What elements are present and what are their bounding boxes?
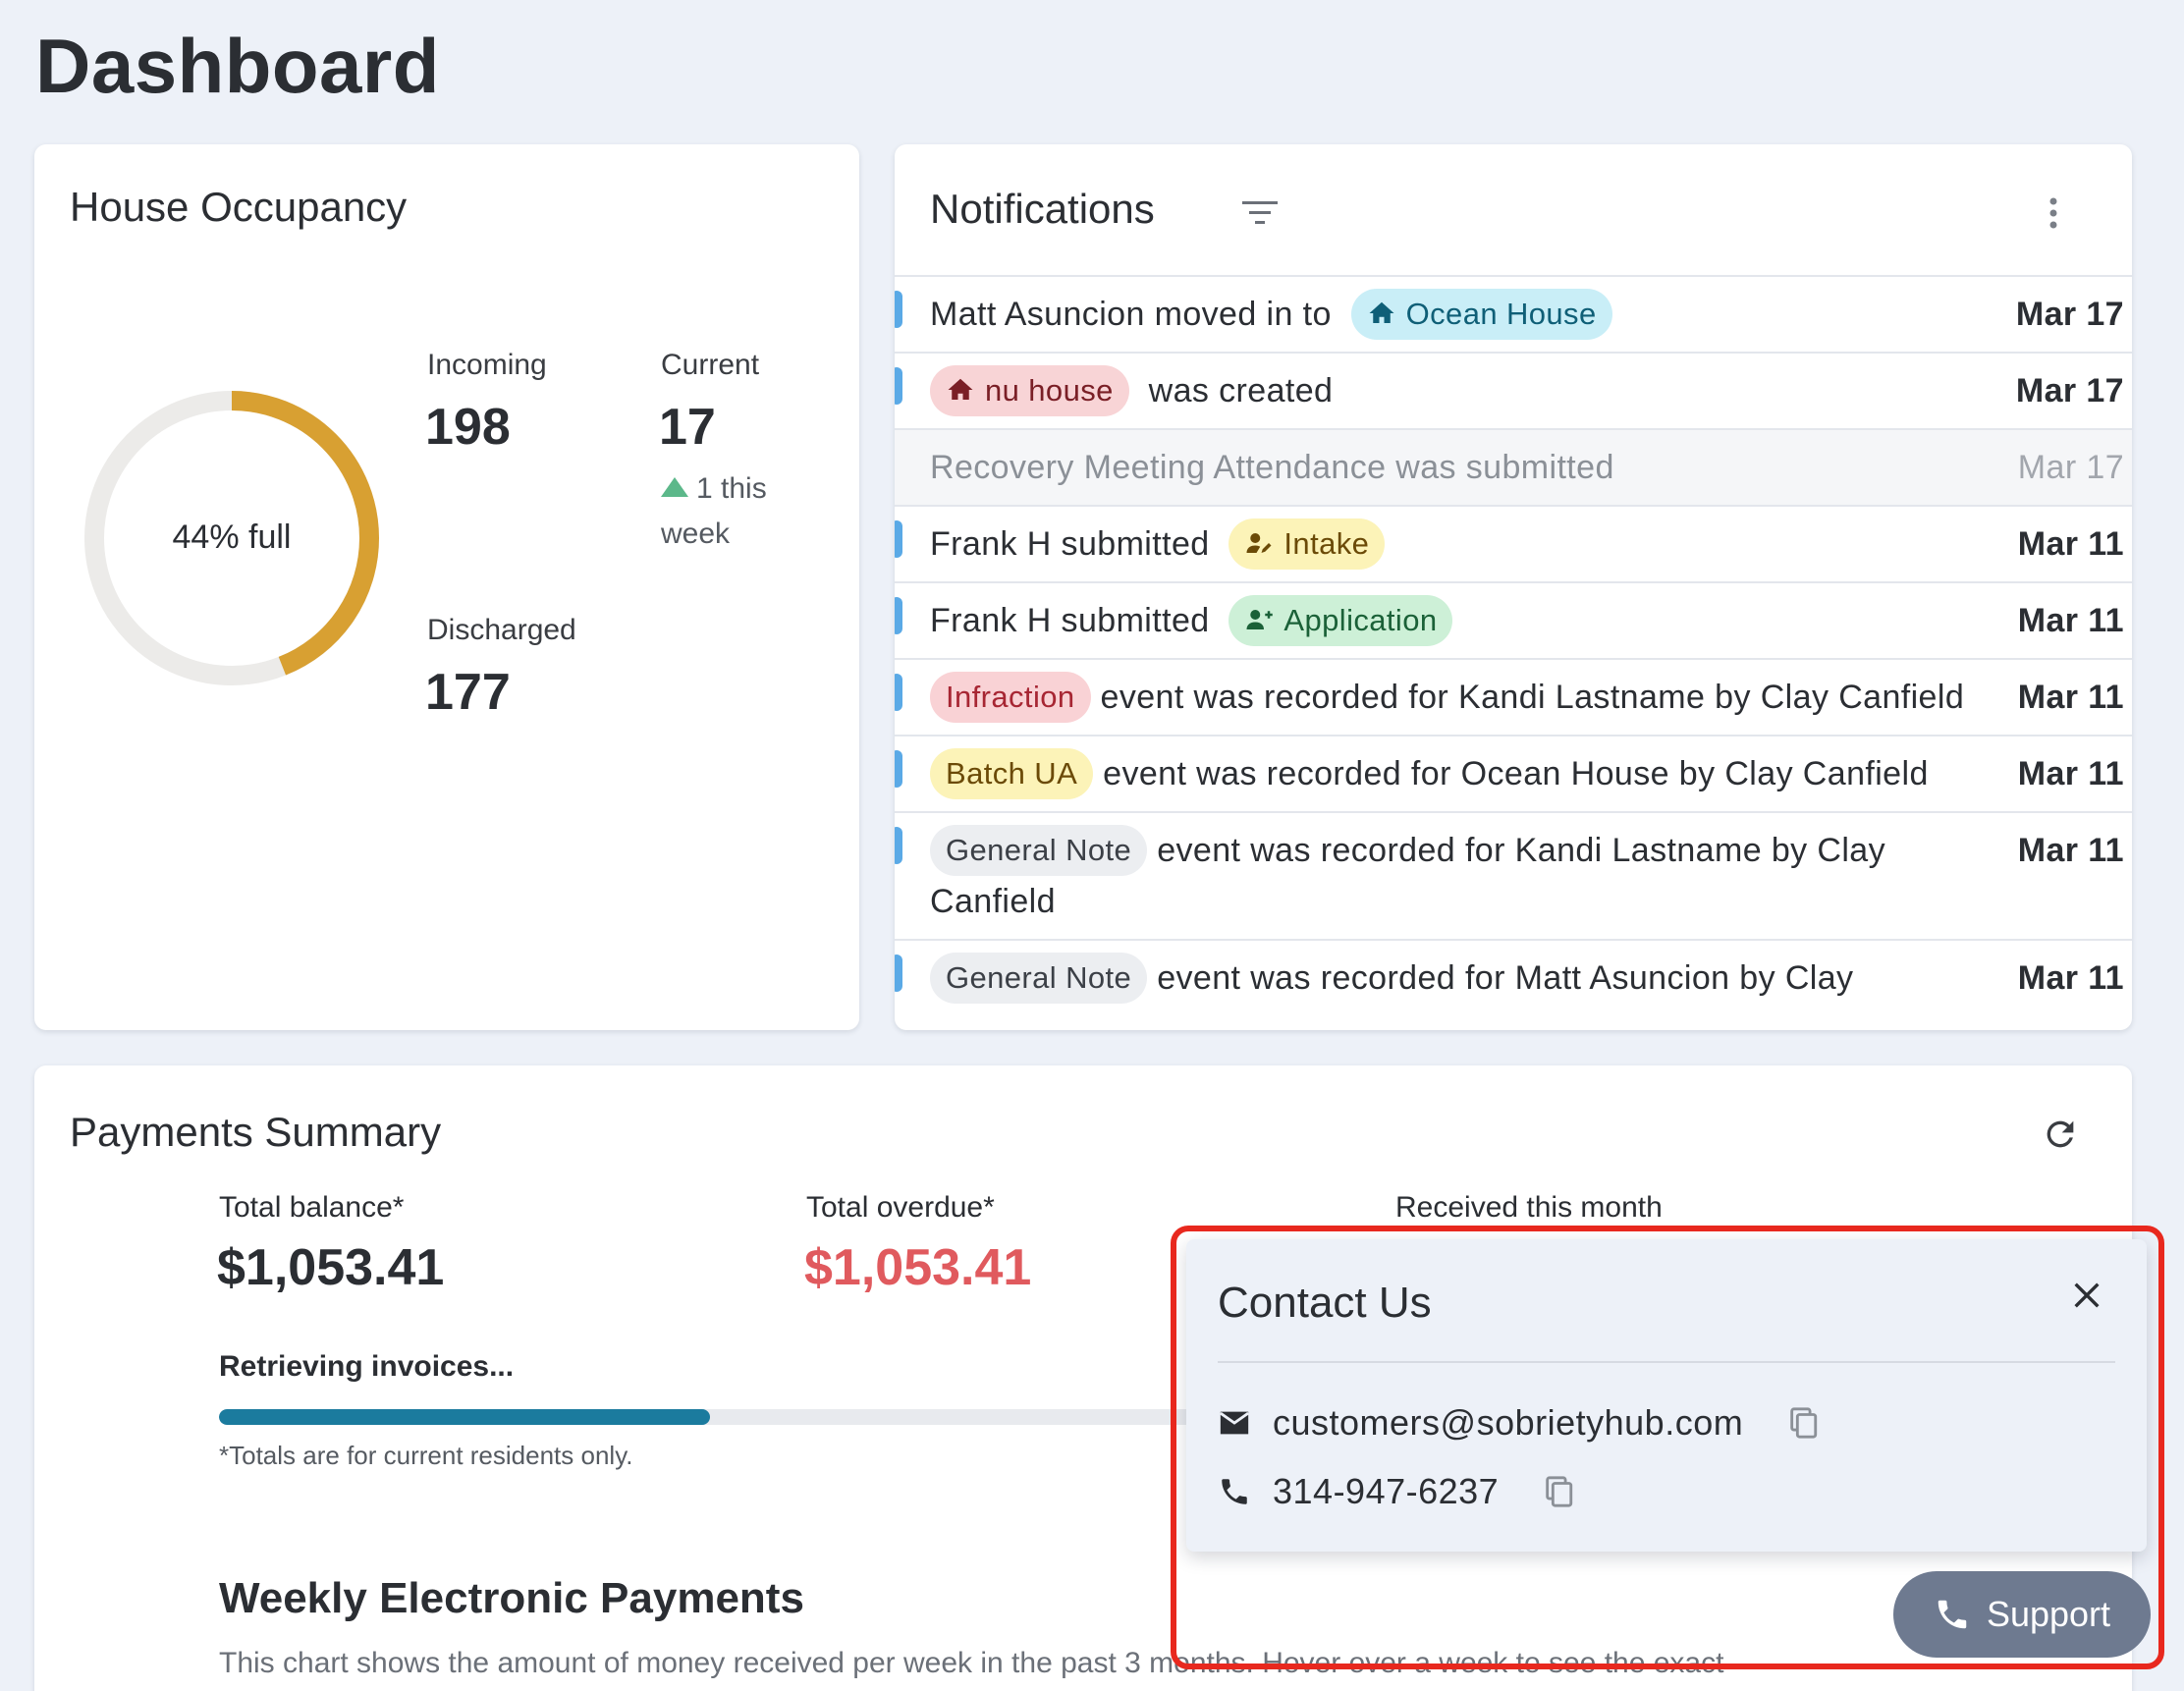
invoice-progress-bar: [219, 1409, 1201, 1425]
chip-label: General Note: [946, 833, 1132, 867]
person-add-icon: [1246, 610, 1274, 629]
up-triangle-icon: [661, 477, 688, 497]
chip-label: Batch UA: [946, 756, 1078, 791]
contact-phone[interactable]: 314-947-6237: [1273, 1471, 1499, 1512]
house-occupancy-title: House Occupancy: [70, 184, 408, 230]
contact-us-popup: Contact Us customers@sobrietyhub.com 314…: [1186, 1239, 2147, 1552]
notification-text: event was recorded for Ocean House by Cl…: [1103, 755, 1929, 792]
progress-fill: [219, 1409, 710, 1425]
unread-indicator: [895, 597, 902, 634]
event-chip[interactable]: General Note: [930, 953, 1148, 1004]
contact-email-row: customers@sobrietyhub.com: [1218, 1402, 1820, 1444]
copy-email-icon[interactable]: [1786, 1406, 1820, 1440]
donut-percent-label: 44% full: [172, 518, 292, 556]
total-balance-label: Total balance*: [219, 1191, 405, 1224]
house-occupancy-card: House Occupancy 44% full Incoming 198 Cu…: [34, 144, 859, 1030]
weekly-payments-title: Weekly Electronic Payments: [219, 1574, 804, 1622]
discharged-value: 177: [425, 664, 511, 721]
form-chip[interactable]: Application: [1228, 595, 1453, 646]
incoming-value: 198: [425, 399, 511, 456]
contact-us-title: Contact Us: [1218, 1279, 1432, 1327]
close-icon[interactable]: [2070, 1279, 2103, 1312]
mail-icon: [1220, 1411, 1249, 1435]
support-button[interactable]: Support: [1893, 1571, 2151, 1658]
page-title: Dashboard: [35, 23, 440, 109]
notification-date: Mar 17: [2015, 372, 2124, 409]
notification-item[interactable]: Batch UA event was recorded for Ocean Hou…: [895, 735, 2132, 811]
notification-item[interactable]: Recovery Meeting Attendance was submitte…: [895, 428, 2132, 505]
divider: [1218, 1361, 2115, 1363]
notification-text: Recovery Meeting Attendance was submitte…: [930, 449, 1614, 486]
notification-item[interactable]: General Note event was recorded for Kandi…: [895, 811, 2132, 939]
unread-indicator: [895, 367, 902, 405]
unread-indicator: [895, 674, 902, 711]
home-icon: [948, 378, 973, 400]
notification-text: Matt Asuncion moved in to: [930, 296, 1332, 333]
home-icon: [1369, 301, 1394, 323]
payments-summary-title: Payments Summary: [70, 1109, 442, 1155]
event-chip[interactable]: Batch UA: [930, 748, 1094, 799]
chip-label: nu house: [985, 373, 1114, 408]
notifications-title: Notifications: [930, 186, 1155, 232]
notification-date: Mar 17: [2017, 449, 2124, 486]
totals-footnote: *Totals are for current residents only.: [219, 1441, 633, 1470]
notification-date: Mar 11: [2017, 959, 2124, 997]
filter-icon[interactable]: [1238, 193, 1282, 233]
current-delta: 1 this week: [661, 466, 798, 557]
current-value: 17: [659, 399, 716, 456]
notification-date: Mar 11: [2017, 832, 2124, 869]
unread-indicator: [895, 827, 902, 864]
refresh-icon[interactable]: [2041, 1115, 2080, 1154]
form-chip[interactable]: Intake: [1228, 518, 1386, 570]
chip-label: Infraction: [946, 680, 1075, 714]
notification-item[interactable]: General Note event was recorded for Matt …: [895, 939, 2132, 1015]
notification-date: Mar 11: [2017, 525, 2124, 563]
notification-date: Mar 11: [2017, 679, 2124, 716]
phone-icon: [1222, 1479, 1247, 1504]
notifications-card: Notifications Matt Asuncion moved in to …: [895, 144, 2132, 1030]
notification-item[interactable]: Matt Asuncion moved in to Ocean House Ma…: [895, 275, 2132, 352]
unread-indicator: [895, 291, 902, 328]
notification-date: Mar 11: [2017, 602, 2124, 639]
notification-item[interactable]: Infraction event was recorded for Kandi L…: [895, 658, 2132, 735]
house-chip[interactable]: Ocean House: [1350, 289, 1612, 340]
person-edit-icon: [1246, 533, 1272, 553]
received-this-month-label: Received this month: [1395, 1191, 1663, 1224]
notification-item[interactable]: Frank H submitted Application Mar 11: [895, 581, 2132, 658]
support-label: Support: [1986, 1594, 2111, 1634]
total-balance-value: $1,053.41: [217, 1239, 445, 1296]
phone-icon: [1938, 1600, 1967, 1629]
notification-text: Frank H submitted: [930, 525, 1210, 563]
notification-text: Frank H submitted: [930, 602, 1210, 639]
notification-item[interactable]: nu house was created Mar 17: [895, 352, 2132, 428]
unread-indicator: [895, 955, 902, 992]
contact-phone-row: 314-947-6237: [1218, 1471, 1575, 1512]
house-chip[interactable]: nu house: [930, 365, 1129, 416]
chip-label: Application: [1283, 603, 1438, 637]
contact-email[interactable]: customers@sobrietyhub.com: [1273, 1402, 1743, 1444]
total-overdue-label: Total overdue*: [806, 1191, 995, 1224]
incoming-label: Incoming: [427, 349, 547, 381]
notification-item[interactable]: Frank H submitted Intake Mar 11: [895, 505, 2132, 581]
event-chip[interactable]: General Note: [930, 825, 1148, 876]
retrieving-invoices-text: Retrieving invoices...: [219, 1350, 515, 1383]
notification-date: Mar 17: [2015, 296, 2124, 333]
notification-date: Mar 11: [2017, 755, 2124, 792]
current-label: Current: [661, 349, 760, 381]
copy-phone-icon[interactable]: [1542, 1475, 1575, 1508]
chip-label: Ocean House: [1405, 297, 1597, 331]
notification-text: was created: [1148, 372, 1334, 409]
chip-label: Intake: [1283, 526, 1370, 561]
more-vert-icon[interactable]: [2044, 193, 2063, 233]
notification-list: Matt Asuncion moved in to Ocean House Ma…: [895, 275, 2132, 1015]
discharged-label: Discharged: [427, 614, 576, 646]
total-overdue-value: $1,053.41: [804, 1239, 1032, 1296]
event-chip[interactable]: Infraction: [930, 672, 1091, 723]
notification-text: event was recorded for Kandi Lastname by…: [1100, 679, 1965, 716]
unread-indicator: [895, 750, 902, 788]
weekly-payments-description: This chart shows the amount of money rec…: [219, 1647, 1724, 1679]
notification-text: event was recorded for Matt Asuncion by …: [1157, 959, 1854, 997]
chip-label: General Note: [946, 960, 1132, 995]
unread-indicator: [895, 520, 902, 558]
